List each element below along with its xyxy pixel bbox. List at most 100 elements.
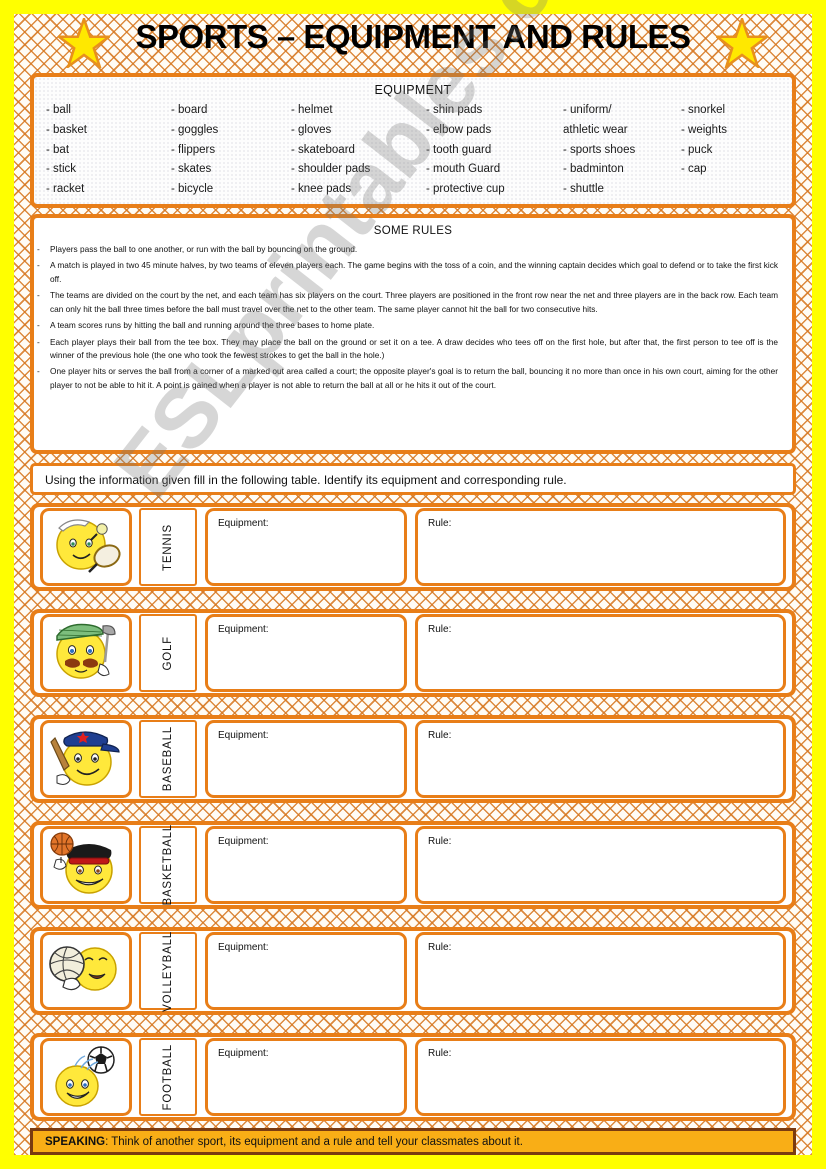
rule-dash: - xyxy=(37,244,40,254)
rule-answer-field[interactable]: Rule: xyxy=(415,826,786,904)
equipment-item: - goggles xyxy=(171,123,219,136)
sport-name: BASKETBALL xyxy=(162,824,174,906)
star-icon-right xyxy=(716,18,768,68)
equipment-field-label: Equipment: xyxy=(218,518,269,529)
sport-name: TENNIS xyxy=(162,523,174,571)
equipment-field-label: Equipment: xyxy=(218,942,269,953)
speaking-text: SPEAKING: Think of another sport, its eq… xyxy=(33,1136,523,1148)
rules-heading: SOME RULES xyxy=(373,225,453,237)
equipment-item: - protective cup xyxy=(426,183,505,196)
equipment-item: - shoulder pads xyxy=(291,163,371,176)
equipment-item: - shin pads xyxy=(426,104,483,116)
equipment-item: - sports shoes xyxy=(563,143,636,156)
football-smiley-icon xyxy=(40,1038,132,1116)
tennis-smiley-icon xyxy=(40,508,132,586)
equipment-item: - badminton xyxy=(563,163,624,176)
rule-text: Each player plays their ball from the te… xyxy=(50,336,778,360)
sport-name: GOLF xyxy=(162,635,174,671)
rule-item: -A team scores runs by hitting the ball … xyxy=(34,319,792,332)
equipment-column-1: - ball - basket - bat - stick - racket xyxy=(46,101,171,200)
rule-answer-field[interactable]: Rule: xyxy=(415,932,786,1010)
equipment-item: - mouth Guard xyxy=(426,163,501,176)
equipment-column-4: - shin pads - elbow pads - tooth guard -… xyxy=(426,101,563,200)
table-row: BASKETBALL Equipment: Rule: xyxy=(30,821,796,909)
equipment-list: - ball - basket - bat - stick - racket -… xyxy=(34,97,792,200)
equipment-item: - shuttle xyxy=(563,183,604,196)
baseball-smiley-icon xyxy=(40,720,132,798)
sport-label-cell: VOLLEYBALL xyxy=(139,931,197,1011)
rule-text: One player hits or serves the ball from … xyxy=(50,366,778,390)
equipment-answer-field[interactable]: Equipment: xyxy=(205,614,407,692)
rule-item: - Players pass the ball to one another, o… xyxy=(34,243,792,256)
rules-list: - Players pass the ball to one another, o… xyxy=(34,243,792,392)
equipment-item: - board xyxy=(171,104,208,116)
instruction-panel: Using the information given fill in the … xyxy=(30,463,796,495)
sport-name: BASEBALL xyxy=(162,726,174,792)
speaking-panel: SPEAKING: Think of another sport, its eq… xyxy=(30,1128,796,1155)
instruction-text: Using the information given fill in the … xyxy=(45,473,567,487)
equipment-item: - puck xyxy=(681,143,713,156)
equipment-field-label: Equipment: xyxy=(218,836,269,847)
rule-item: - The teams are divided on the court by t… xyxy=(34,289,792,316)
equipment-item: - bicycle xyxy=(171,183,214,196)
table-row: TENNIS Equipment: Rule: xyxy=(30,503,796,591)
rule-dash: - xyxy=(37,336,40,347)
equipment-item: - helmet xyxy=(291,104,333,116)
equipment-item: - weights xyxy=(681,123,728,136)
equipment-item: - ball xyxy=(46,104,71,116)
rule-answer-field[interactable]: Rule: xyxy=(415,508,786,586)
sport-name: FOOTBALL xyxy=(162,1043,174,1111)
rule-text: A team scores runs by hitting the ball a… xyxy=(50,320,375,331)
equipment-answer-field[interactable]: Equipment: xyxy=(205,508,407,586)
sport-label-cell: TENNIS xyxy=(139,508,197,586)
equipment-heading: EQUIPMENT xyxy=(374,83,452,97)
table-row: VOLLEYBALL Equipment: Rule: xyxy=(30,927,796,1015)
rule-field-label: Rule: xyxy=(428,518,452,529)
equipment-field-label: Equipment: xyxy=(218,730,269,741)
rule-answer-field[interactable]: Rule: xyxy=(415,720,786,798)
rule-answer-field[interactable]: Rule: xyxy=(415,1038,786,1116)
sport-label-cell: FOOTBALL xyxy=(139,1038,197,1116)
equipment-item: - flippers xyxy=(171,143,216,156)
sport-label-cell: GOLF xyxy=(139,614,197,692)
equipment-field-label: Equipment: xyxy=(218,1048,269,1059)
equipment-item: - bat xyxy=(46,143,70,156)
equipment-column-5: - uniform/ athletic wear - sports shoes … xyxy=(563,101,681,200)
equipment-answer-field[interactable]: Equipment: xyxy=(205,720,407,798)
rule-item: -A match is played in two 45 minute halv… xyxy=(34,259,792,286)
volleyball-smiley-icon xyxy=(40,932,132,1010)
golf-smiley-icon xyxy=(40,614,132,692)
speaking-body: Think of another sport, its equipment an… xyxy=(111,1135,523,1148)
rules-panel: SOME RULES - Players pass the ball to one… xyxy=(30,214,796,454)
equipment-item: - stick xyxy=(46,163,77,176)
table-row: GOLF Equipment: Rule: xyxy=(30,609,796,697)
equipment-item: - knee pads xyxy=(291,183,352,196)
rule-answer-field[interactable]: Rule: xyxy=(415,614,786,692)
equipment-field-label: Equipment: xyxy=(218,624,269,635)
rule-dash: - xyxy=(37,366,40,377)
rule-field-label: Rule: xyxy=(428,836,452,847)
rule-field-label: Rule: xyxy=(428,1048,452,1059)
equipment-item: - uniform/ xyxy=(563,104,612,116)
rule-text: Players pass the ball to one another, or… xyxy=(50,244,358,254)
equipment-item: - tooth guard xyxy=(426,143,492,156)
rule-text: A match is played in two 45 minute halve… xyxy=(50,260,778,284)
equipment-item: - basket xyxy=(46,123,87,136)
equipment-answer-field[interactable]: Equipment: xyxy=(205,932,407,1010)
equipment-item: - cap xyxy=(681,163,707,176)
equipment-item: athletic wear xyxy=(563,123,628,136)
rule-field-label: Rule: xyxy=(428,942,452,953)
sport-label-cell: BASEBALL xyxy=(139,720,197,798)
equipment-item: - elbow pads xyxy=(426,123,492,136)
equipment-item: - skates xyxy=(171,163,212,176)
rule-dash: - xyxy=(37,290,40,301)
equipment-item: - snorkel xyxy=(681,104,726,116)
equipment-column-3: - helmet - gloves - skateboard - shoulde… xyxy=(291,101,426,200)
equipment-column-6: - snorkel - weights - puck - cap xyxy=(681,101,780,200)
equipment-answer-field[interactable]: Equipment: xyxy=(205,1038,407,1116)
equipment-answer-field[interactable]: Equipment: xyxy=(205,826,407,904)
rule-text: The teams are divided on the court by th… xyxy=(50,290,778,314)
basketball-smiley-icon xyxy=(40,826,132,904)
equipment-item: - racket xyxy=(46,183,85,196)
rule-field-label: Rule: xyxy=(428,624,452,635)
